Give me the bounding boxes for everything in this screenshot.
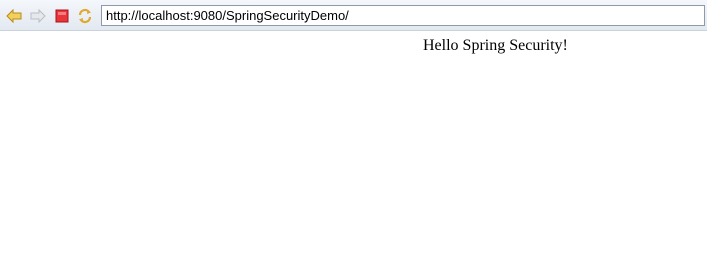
hello-message: Hello Spring Security! [423,37,568,54]
page-content: Hello Spring Security! [0,31,707,264]
url-input[interactable] [106,8,704,23]
forward-arrow-icon [30,8,46,24]
stop-icon [55,9,69,23]
browser-toolbar [0,0,707,31]
address-bar[interactable] [101,5,705,26]
stop-button[interactable] [53,7,71,25]
back-arrow-icon [6,8,22,24]
back-button[interactable] [5,7,23,25]
refresh-icon [78,8,92,24]
refresh-button[interactable] [76,7,94,25]
forward-button[interactable] [29,7,47,25]
